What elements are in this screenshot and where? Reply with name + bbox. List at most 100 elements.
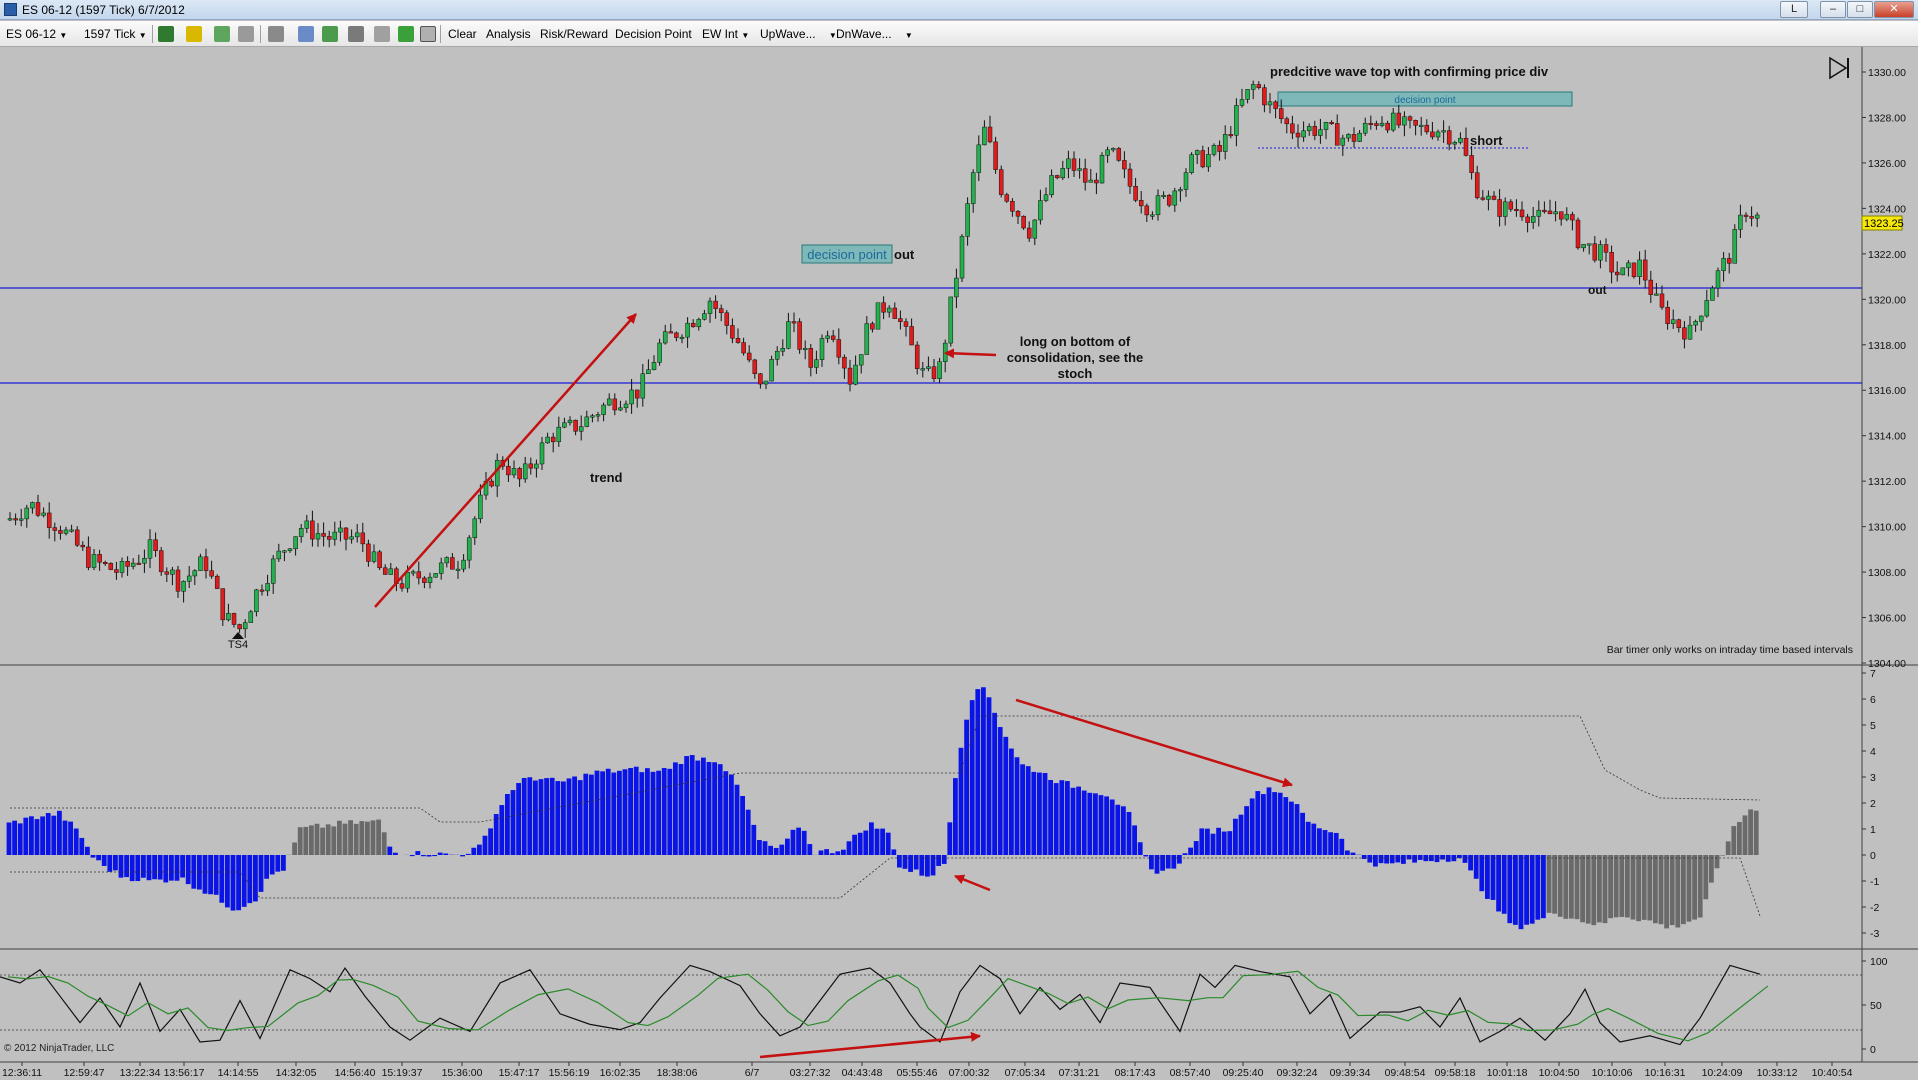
histogram-bar (1613, 855, 1619, 918)
candle-down (1312, 126, 1318, 136)
toolbar-ew-int[interactable]: EW Int ▼ (702, 25, 749, 43)
histogram-bar (1395, 855, 1401, 863)
candle-down (668, 331, 674, 334)
candle-up (315, 533, 321, 540)
candle-up (242, 622, 248, 630)
candle-up (130, 562, 136, 567)
histogram-low-arrow[interactable] (954, 874, 991, 892)
histogram-bar (863, 830, 869, 855)
properties-icon[interactable] (298, 26, 314, 42)
histogram-bar (572, 776, 577, 855)
candle-down (1385, 122, 1390, 131)
interval-selector[interactable]: 1597 Tick ▼ (84, 25, 147, 43)
candle-up (1194, 150, 1200, 155)
candle-down (231, 613, 237, 625)
histogram-bar (902, 855, 908, 869)
candle-down (1166, 195, 1172, 206)
candle-down (343, 527, 349, 540)
candle-up (864, 323, 870, 355)
toolbar-dnwave[interactable]: DnWave... ▼ (836, 25, 913, 43)
window-icon[interactable] (420, 26, 436, 42)
candle-up (1738, 214, 1743, 230)
close-button[interactable]: ✕ (1874, 1, 1914, 18)
time-tick-label: 18:38:06 (657, 1067, 698, 1079)
candle-up (1458, 137, 1463, 143)
candle-up (875, 302, 881, 330)
indicators-icon[interactable] (348, 26, 364, 42)
histogram-bar (1160, 855, 1165, 871)
candle-down (1508, 201, 1514, 210)
histogram-bar (23, 817, 29, 855)
toolbar-risk-reward[interactable]: Risk/Reward (540, 25, 608, 43)
link-button[interactable]: L (1780, 1, 1808, 18)
histogram-bar (1014, 757, 1020, 855)
candle-up (466, 537, 472, 561)
crosshair-icon[interactable] (214, 26, 230, 42)
data-box-icon[interactable] (374, 26, 390, 42)
histogram-bar (85, 846, 90, 855)
candle-up (651, 362, 657, 370)
candle-down (1144, 205, 1150, 216)
histogram-bar (1675, 855, 1681, 928)
candle-up (545, 436, 550, 444)
histogram-bar (684, 756, 689, 855)
candle-down (1480, 197, 1486, 200)
instrument-selector[interactable]: ES 06-12 ▼ (6, 25, 67, 43)
candle-up (1379, 122, 1385, 126)
toolbar-upwave[interactable]: UpWave... ▼ (760, 25, 837, 43)
histogram-bar (185, 855, 191, 885)
histogram-bar (157, 855, 163, 880)
toolbar-decision-point[interactable]: Decision Point (615, 25, 692, 43)
current-price-label: 1323.25 (1864, 218, 1904, 230)
candle-up (886, 307, 892, 313)
candle-up (606, 398, 612, 406)
candle-up (1721, 258, 1726, 271)
histogram-bar (645, 768, 650, 855)
divergence-arrow-histogram[interactable] (1015, 698, 1293, 788)
bar-timer-note: Bar timer only works on intraday time ba… (1607, 644, 1853, 656)
zoom-out-icon[interactable] (268, 26, 284, 42)
toolbar-analysis[interactable]: Analysis (486, 25, 531, 43)
hist-tick-label: 0 (1870, 850, 1876, 862)
candle-up (802, 348, 808, 351)
histogram-bar (1065, 781, 1070, 855)
histogram-bar (269, 855, 275, 875)
histogram-bar (566, 778, 572, 855)
histogram-bar (1098, 795, 1104, 855)
histogram-bar (1557, 855, 1563, 917)
histogram-bar (1753, 810, 1759, 855)
histogram-bar (101, 855, 107, 866)
strategies-icon[interactable] (322, 26, 338, 42)
time-tick-label: 12:59:47 (64, 1067, 105, 1079)
histogram-bar (1143, 855, 1149, 857)
bar-type-icon[interactable] (158, 26, 174, 42)
chart-area[interactable]: decision point decision point 1330.00132… (0, 47, 1918, 1080)
hist-tick-label: 1 (1870, 824, 1876, 836)
stoch-divergence-arrow[interactable] (759, 1031, 981, 1059)
candle-up (1060, 168, 1066, 179)
candle-up (192, 570, 198, 577)
histogram-bar (337, 820, 342, 855)
candle-up (41, 512, 46, 516)
histogram-bar (964, 719, 969, 855)
price-axis: 1330.00 1328.00 1326.00 1324.00 1322.00 1320.… (1862, 67, 1906, 670)
histogram-bar (661, 768, 667, 855)
draw-pencil-icon[interactable] (186, 26, 202, 42)
candle-down (634, 389, 640, 399)
zoom-icon[interactable] (238, 26, 254, 42)
histogram-bar (426, 855, 432, 857)
histogram-bar (1647, 855, 1653, 921)
out-mid-annotation: out (894, 247, 915, 262)
maximize-button[interactable]: □ (1847, 1, 1873, 18)
dollar-icon[interactable] (398, 26, 414, 42)
histogram-bar (1322, 830, 1328, 855)
price-panel[interactable] (0, 47, 1862, 665)
minimize-button[interactable]: – (1820, 1, 1846, 18)
toolbar-clear[interactable]: Clear (448, 25, 477, 43)
candle-down (108, 563, 114, 570)
histogram-bar (325, 824, 331, 855)
histogram-bar (1546, 855, 1552, 913)
candle-down (1547, 210, 1553, 215)
candle-up (1687, 324, 1693, 340)
histogram-bar (527, 777, 533, 855)
